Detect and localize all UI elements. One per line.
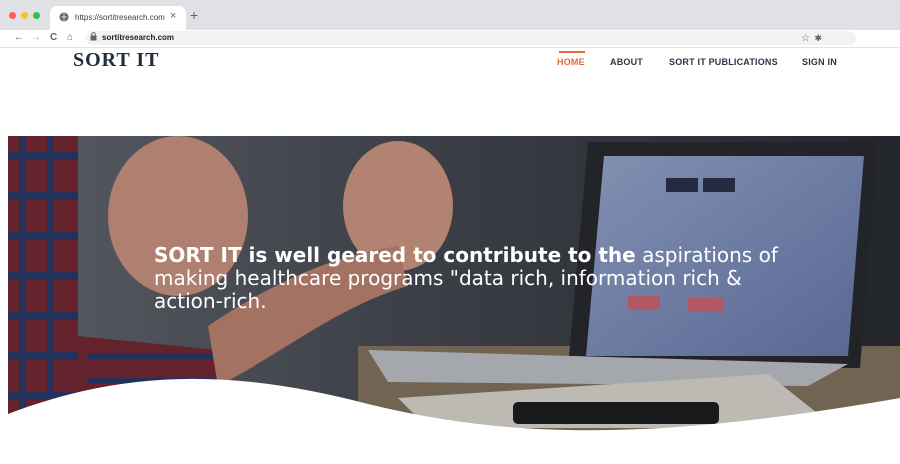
tab-title: https://sortitresearch.com xyxy=(75,13,165,22)
home-icon[interactable]: ⌂ xyxy=(67,32,73,44)
back-arrow-icon[interactable]: ← xyxy=(14,32,24,44)
hero-wave-divider xyxy=(8,378,900,464)
extension-puzzle-icon[interactable]: ✱ xyxy=(814,33,822,44)
close-tab-icon[interactable]: × xyxy=(170,10,176,22)
minimize-window-button[interactable] xyxy=(21,12,28,19)
close-window-button[interactable] xyxy=(9,12,16,19)
url-text: sortitresearch.com xyxy=(102,33,175,42)
reload-icon[interactable]: C xyxy=(50,32,57,44)
active-nav-indicator xyxy=(559,51,585,53)
bookmark-star-icon[interactable]: ☆ xyxy=(801,33,810,44)
maximize-window-button[interactable] xyxy=(33,12,40,19)
forward-arrow-icon[interactable]: → xyxy=(31,32,41,44)
address-bar[interactable]: sortitresearch.com ☆ ✱ xyxy=(86,31,856,45)
browser-tab-bar: https://sortitresearch.com × + xyxy=(0,0,900,30)
hero-headline: SORT IT is well geared to contribute to … xyxy=(154,244,804,313)
hero-headline-bold: SORT IT is well geared to contribute to … xyxy=(154,243,636,267)
nav-item-home[interactable]: HOME xyxy=(557,57,585,67)
browser-tab[interactable]: https://sortitresearch.com × xyxy=(50,6,186,30)
logo-text: SORT IT xyxy=(73,49,160,71)
nav-item-sign-in[interactable]: SIGN IN xyxy=(802,57,837,67)
hero-banner: SORT IT is well geared to contribute to … xyxy=(8,136,900,464)
new-tab-button[interactable]: + xyxy=(190,8,198,22)
globe-icon xyxy=(59,12,69,22)
nav-item-sort-it-publications[interactable]: SORT IT PUBLICATIONS xyxy=(669,57,778,67)
site-logo[interactable]: SORT IT xyxy=(73,49,160,72)
browser-toolbar: ← → C ⌂ sortitresearch.com ☆ ✱ xyxy=(0,30,900,48)
lock-icon xyxy=(90,32,97,41)
nav-item-about[interactable]: ABOUT xyxy=(610,57,643,67)
